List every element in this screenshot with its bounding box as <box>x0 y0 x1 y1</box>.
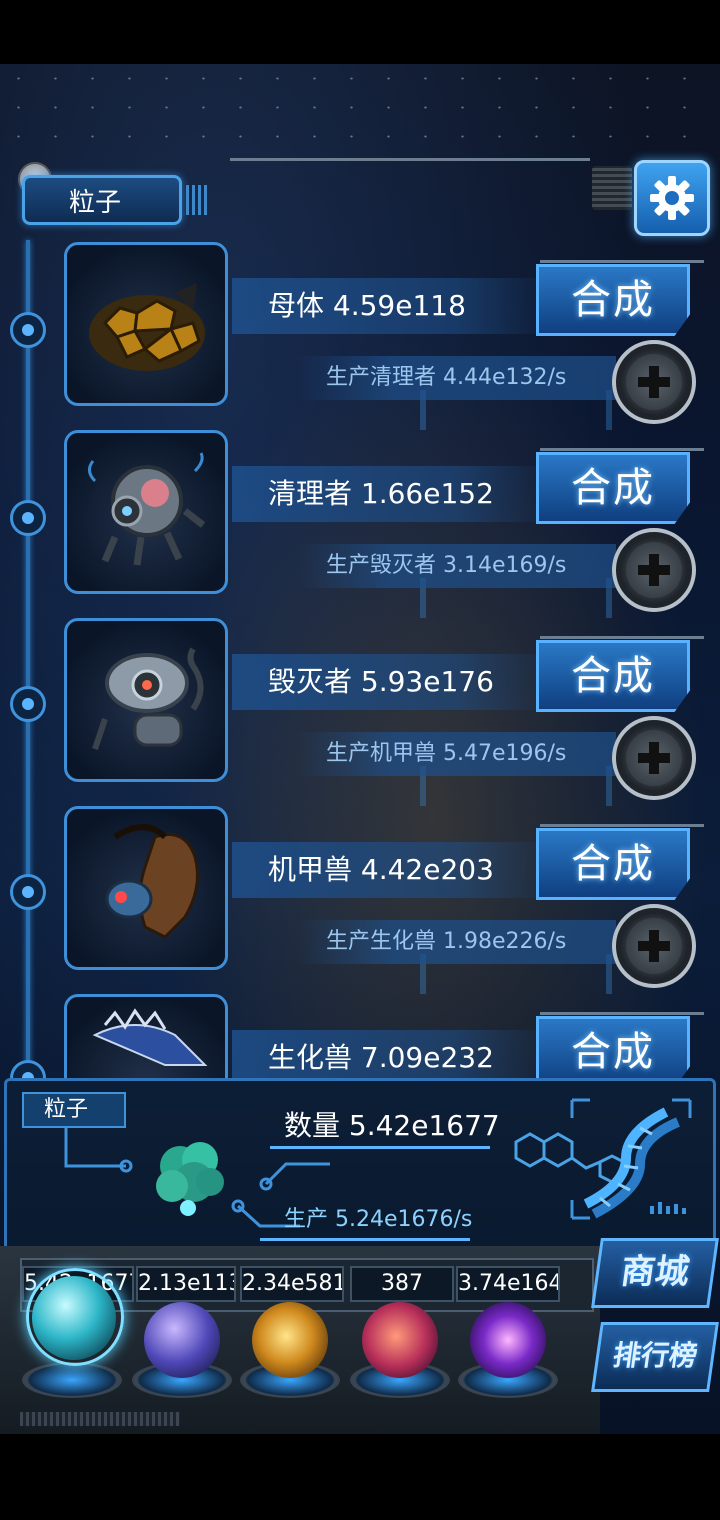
upgrade-button[interactable] <box>612 904 696 988</box>
dna-icon <box>570 1098 692 1220</box>
creature-portrait[interactable] <box>64 618 228 782</box>
counter-brain: 387 <box>350 1266 454 1302</box>
status-bar <box>0 0 720 64</box>
gear-icon <box>650 176 694 220</box>
fire-orb-icon[interactable] <box>252 1302 328 1378</box>
brain-orb-icon[interactable] <box>362 1302 438 1378</box>
upgrade-button[interactable] <box>612 340 696 424</box>
settings-button[interactable] <box>634 160 710 236</box>
particle-cluster-icon <box>156 1142 224 1216</box>
resource-count: 数量 5.42e1677 <box>284 1109 500 1142</box>
stripe-decoration <box>186 185 210 215</box>
game-screen: 粒子 母体 4.59e118 合成 生产清理者 4.44e132/s 清理者 1… <box>0 0 720 1520</box>
creature-row-matrix: 母体 4.59e118 合成 生产清理者 4.44e132/s <box>0 242 720 430</box>
creature-name-count: 母体 4.59e118 <box>268 289 466 322</box>
vortex-orb-icon[interactable] <box>470 1302 546 1378</box>
combine-button[interactable]: 合成 <box>536 452 690 524</box>
creature-row-cleaner: 清理者 1.66e152 合成 生产毁灭者 3.14e169/s <box>0 430 720 618</box>
ranking-button[interactable]: 排行榜 <box>591 1322 719 1392</box>
vent-decoration <box>592 166 632 210</box>
creature-row-mech-beast: 机甲兽 4.42e203 合成 生产生化兽 1.98e226/s <box>0 806 720 994</box>
starfield <box>0 64 720 164</box>
robot-brain-creature-icon <box>88 452 206 566</box>
shop-button[interactable]: 商城 <box>591 1238 719 1308</box>
upgrade-button[interactable] <box>612 716 696 800</box>
kangaroo-beast-icon <box>105 824 199 939</box>
combine-button[interactable]: 合成 <box>536 640 690 712</box>
production-rate: 生产清理者 4.44e132/s <box>326 365 567 390</box>
selected-orb-ring <box>26 1268 124 1366</box>
count-underline <box>270 1146 490 1149</box>
combine-button[interactable]: 合成 <box>536 828 690 900</box>
creature-name-count: 机甲兽 4.42e203 <box>268 853 494 886</box>
creature-name-count: 清理者 1.66e152 <box>268 477 494 510</box>
plus-icon <box>638 930 670 962</box>
production-rate: 生产生化兽 1.98e226/s <box>326 929 567 954</box>
resource-tab: 粒子 <box>22 1092 126 1128</box>
upgrade-button[interactable] <box>612 528 696 612</box>
plus-icon <box>638 742 670 774</box>
rock-creature-icon <box>89 283 205 371</box>
top-frame-line <box>230 158 590 171</box>
production-rate: 生产毁灭者 3.14e169/s <box>326 553 567 578</box>
creature-name-count: 毁灭者 5.93e176 <box>268 665 494 698</box>
counter-fire: 2.34e581 <box>240 1266 344 1302</box>
orb-pedestal <box>22 1362 122 1398</box>
plus-icon <box>638 554 670 586</box>
creature-portrait[interactable] <box>64 242 228 406</box>
navigation-bar <box>0 1434 720 1520</box>
counter-vortex: 3.74e164 <box>456 1266 560 1302</box>
rate-underline <box>260 1238 470 1241</box>
creature-portrait[interactable] <box>64 430 228 594</box>
gatling-robot-icon <box>92 647 204 750</box>
production-rate: 生产机甲兽 5.47e196/s <box>326 741 567 766</box>
creature-name-count: 生化兽 7.09e232 <box>268 1041 494 1074</box>
creature-portrait[interactable] <box>64 806 228 970</box>
combine-button[interactable]: 合成 <box>536 264 690 336</box>
lightning-orb-icon[interactable] <box>144 1302 220 1378</box>
creature-row-destroyer: 毁灭者 5.93e176 合成 生产机甲兽 5.47e196/s <box>0 618 720 806</box>
plus-icon <box>638 366 670 398</box>
resource-rate: 生产 5.24e1676/s <box>284 1207 473 1232</box>
counter-lightning: 2.13e113 <box>136 1266 236 1302</box>
stripe-decoration <box>20 1412 180 1426</box>
category-tab[interactable]: 粒子 <box>22 175 182 225</box>
